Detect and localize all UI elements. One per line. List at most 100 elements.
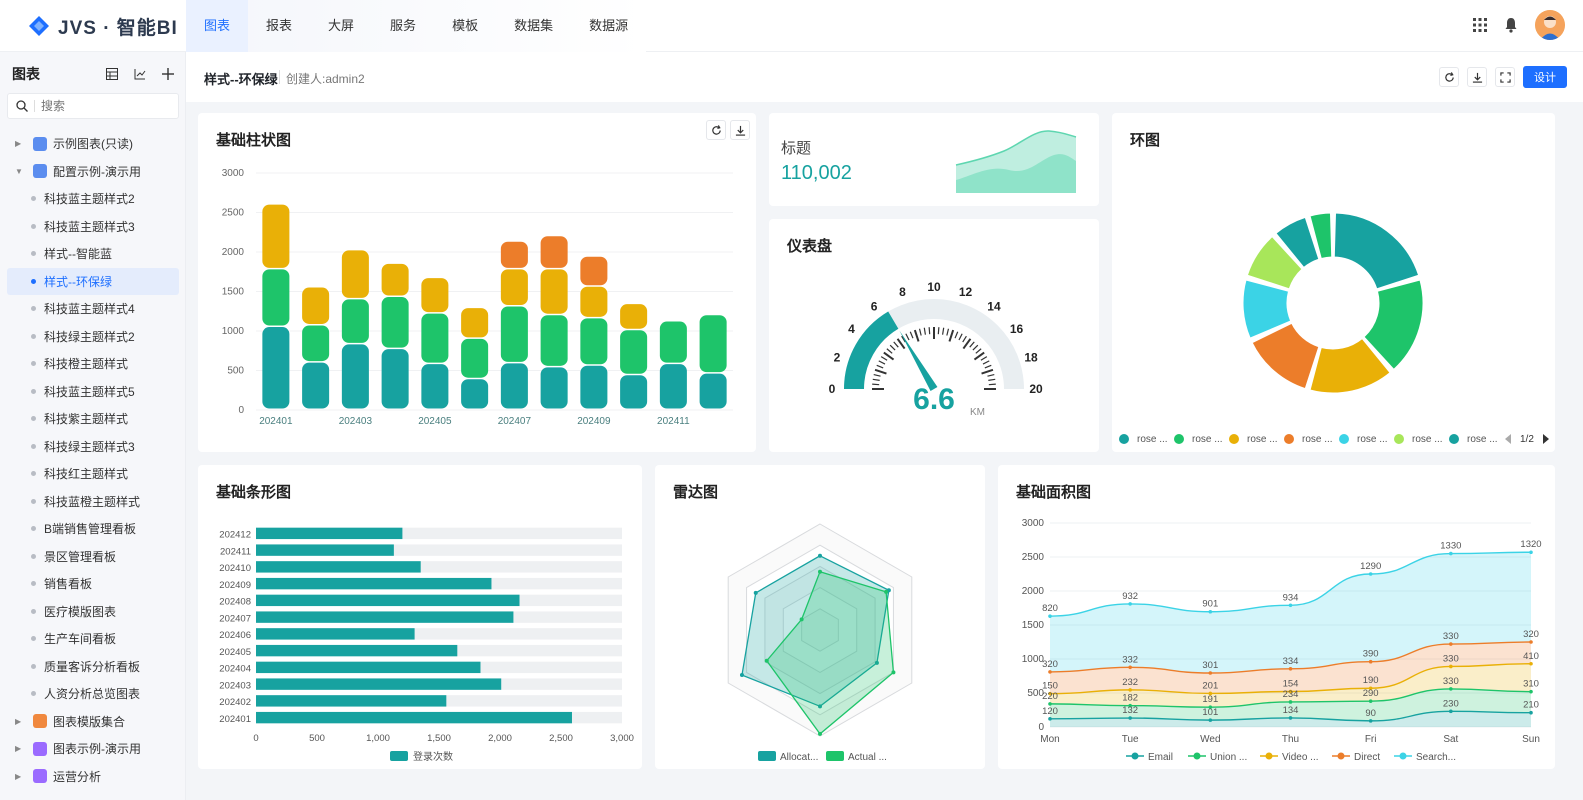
data-label: 310 (1523, 679, 1539, 690)
nav-tab[interactable]: 报表 (248, 0, 310, 52)
tree-item[interactable]: 景区管理看板 (7, 543, 179, 571)
app-logo[interactable]: JVS · 智能BI (28, 12, 178, 40)
tree-item[interactable]: 科技橙主题样式 (7, 350, 179, 378)
tick-label: 1,500 (427, 733, 451, 744)
refresh-button[interactable] (1439, 67, 1459, 87)
area-point (1288, 716, 1293, 720)
caret-right-icon[interactable]: ▶ (15, 139, 27, 148)
data-label: 234 (1283, 689, 1299, 700)
apps-grid-icon[interactable] (1473, 18, 1487, 32)
tree-folder[interactable]: ▶ 图表模版集合 (7, 708, 179, 736)
top-bar: JVS · 智能BI 图表 报表 大屏 服务 模板 数据集 数据源 (0, 0, 1583, 52)
tree-item[interactable]: 科技绿主题样式3 (7, 433, 179, 461)
nav-tab[interactable]: 图表 (186, 0, 249, 52)
tree-item-label: 科技绿主题样式2 (44, 329, 135, 344)
tick-label: 2,000 (488, 733, 512, 744)
bar (256, 594, 520, 607)
radar-point (818, 553, 822, 558)
tree-item[interactable]: 科技绿主题样式2 (7, 323, 179, 351)
tree-item-label: 图表模版集合 (53, 714, 126, 729)
tree-item[interactable]: 科技紫主题样式 (7, 405, 179, 433)
tree-item[interactable]: 医疗模版图表 (7, 598, 179, 626)
gauge-tick-label: 8 (899, 285, 906, 299)
tree-item-label: 科技紫主题样式 (44, 412, 129, 427)
nav-tab[interactable]: 数据源 (571, 0, 646, 52)
nav-tab[interactable]: 大屏 (310, 0, 372, 52)
nav-tab[interactable]: 服务 (372, 0, 434, 52)
tree-item[interactable]: 样式--环保绿 (7, 267, 179, 295)
data-label: 390 (1363, 649, 1379, 660)
gauge-tick-label: 18 (1024, 350, 1038, 364)
tree-item[interactable]: 销售看板 (7, 570, 179, 598)
data-label: 334 (1283, 656, 1299, 667)
tick-label: 3,000 (610, 733, 634, 744)
tree-item[interactable]: B端销售管理看板 (7, 515, 179, 543)
bar (540, 315, 568, 366)
bar (341, 299, 369, 343)
card-donut: 环图 rose ... rose ... rose ... rose ... rose … (1112, 113, 1555, 452)
search-input[interactable] (41, 99, 171, 113)
bar (256, 527, 403, 540)
gauge-tick (975, 348, 982, 354)
bar (302, 287, 330, 324)
app-title: JVS · 智能BI (58, 17, 178, 39)
tree-item[interactable]: 科技红主题样式 (7, 460, 179, 488)
legend-label: rose ... (1137, 434, 1168, 445)
data-label: 232 (1122, 677, 1138, 688)
fullscreen-button[interactable] (1495, 67, 1515, 87)
add-icon[interactable] (159, 65, 177, 83)
bar (302, 362, 330, 409)
tree-item[interactable]: 人资分析总览图表 (7, 680, 179, 708)
area-point (1529, 689, 1533, 694)
tree-item[interactable]: 科技蓝主题样式5 (7, 378, 179, 406)
legend-marker (1193, 752, 1201, 760)
caret-right-icon[interactable]: ▶ (15, 744, 27, 753)
caret-right-icon[interactable]: ▶ (15, 717, 27, 726)
bar (256, 695, 447, 707)
caret-down-icon[interactable]: ▼ (15, 167, 27, 176)
gauge-tick (942, 327, 945, 335)
tree-item[interactable]: 质量客诉分析看板 (7, 653, 179, 681)
download-button[interactable] (1467, 67, 1487, 87)
area-point (1529, 550, 1533, 555)
tree-item[interactable]: 科技蓝主题样式2 (7, 185, 179, 213)
nav-tab[interactable]: 数据集 (496, 0, 571, 52)
tree-item-label: 生产车间看板 (44, 632, 117, 647)
data-label: 330 (1443, 653, 1459, 664)
bell-icon[interactable] (1503, 17, 1519, 33)
tree-item[interactable]: 科技蓝主题样式4 (7, 295, 179, 323)
tree-item-label: 科技红主题样式 (44, 467, 129, 482)
bullet-icon (31, 196, 36, 202)
legend-label: rose ... (1192, 434, 1223, 445)
data-label: 410 (1523, 651, 1539, 662)
tree-item[interactable]: 生产车间看板 (7, 625, 179, 653)
gauge-tick-label: 12 (959, 285, 973, 299)
tree-item[interactable]: 科技蓝主题样式3 (7, 213, 179, 241)
gauge-tick (962, 335, 967, 343)
data-label: 1330 (1440, 541, 1461, 552)
folder-chart-icon (33, 164, 47, 179)
bar (381, 263, 409, 296)
tree-item-label: 运营分析 (53, 769, 102, 784)
bullet-icon (31, 361, 36, 367)
chart-edit-icon[interactable] (131, 65, 149, 83)
tree-folder[interactable]: ▼ 配置示例-演示用 (7, 158, 179, 186)
bar (421, 313, 449, 363)
user-avatar[interactable] (1535, 10, 1565, 40)
tree-item[interactable]: 科技蓝橙主题样式 (7, 488, 179, 516)
tick-label: 2500 (1022, 552, 1045, 563)
tick-label: 3000 (1022, 518, 1045, 529)
tick-label: 202401 (219, 714, 251, 725)
tree-folder[interactable]: ▶ 示例图表(只读) (7, 130, 179, 158)
tree-item[interactable]: 样式--智能蓝 (7, 240, 179, 268)
table-view-icon[interactable] (103, 65, 121, 83)
nav-tab[interactable]: 模板 (434, 0, 496, 52)
legend-label: rose ... (1302, 434, 1333, 445)
tree-folder[interactable]: ▶ 图表示例-演示用 (7, 735, 179, 763)
caret-right-icon[interactable]: ▶ (15, 772, 27, 781)
tree-folder[interactable]: ▶ 运营分析 (7, 763, 179, 791)
design-button[interactable]: 设计 (1523, 66, 1567, 88)
gauge-tick-label: 20 (1029, 382, 1043, 396)
gauge-tick (886, 348, 893, 354)
bullet-icon (31, 553, 36, 559)
